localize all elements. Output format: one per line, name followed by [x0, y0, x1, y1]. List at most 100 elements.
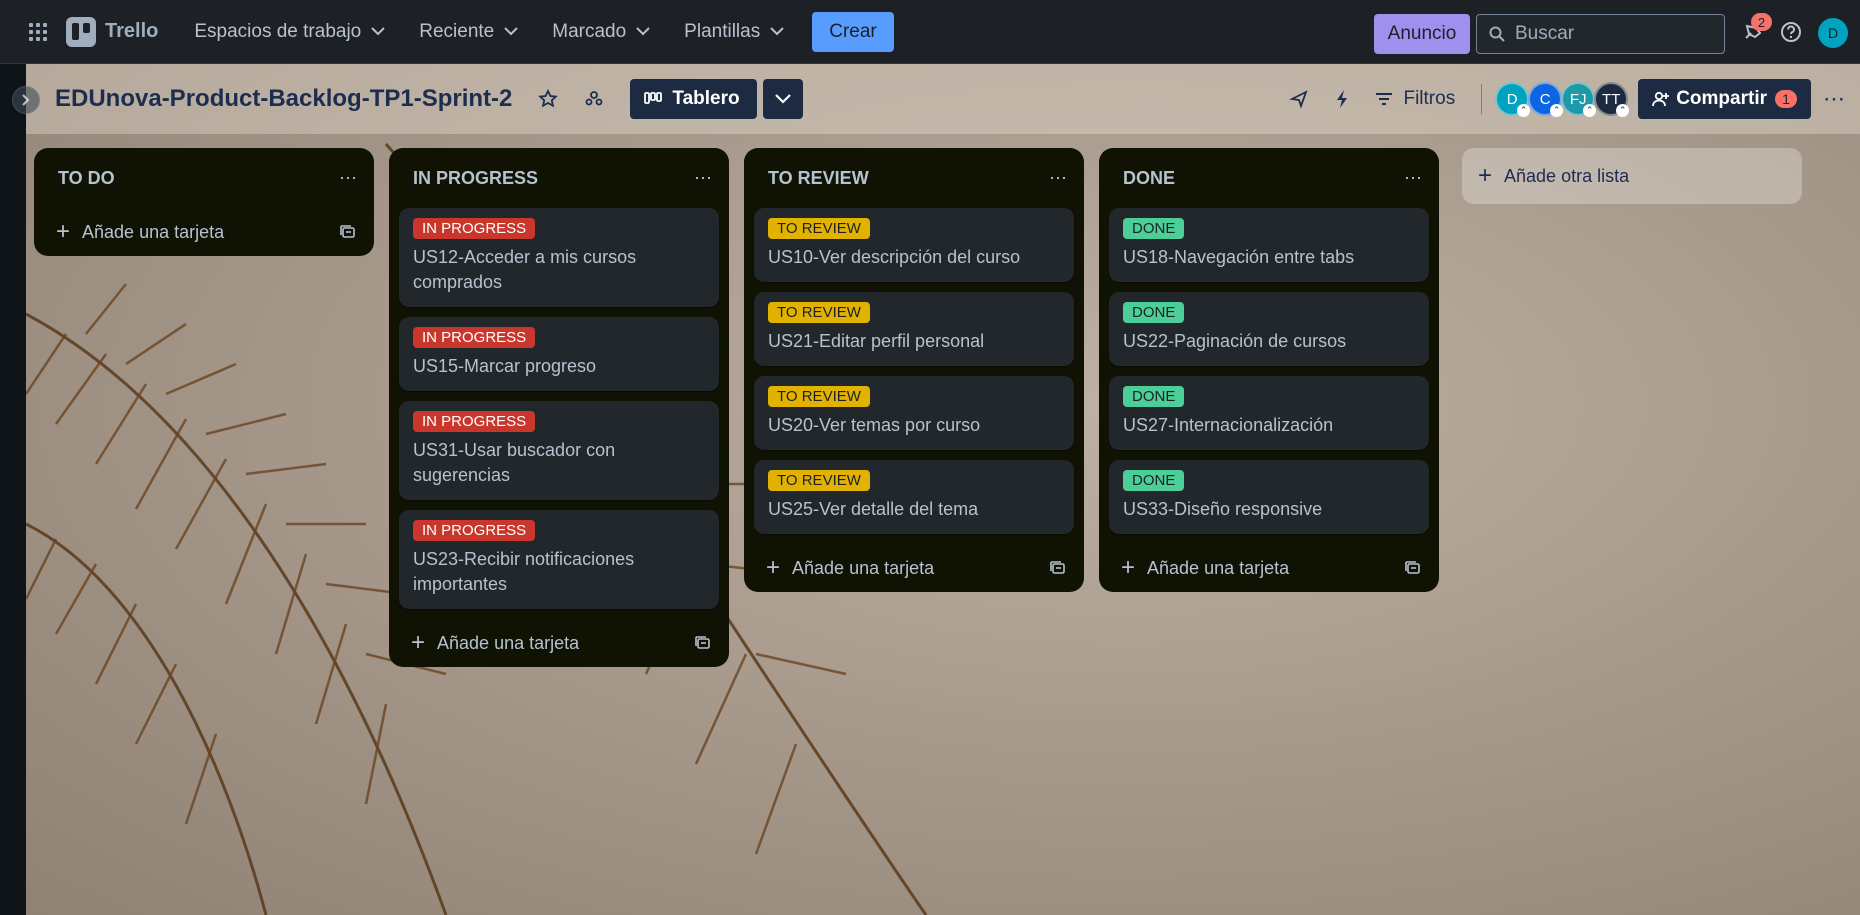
add-list-button[interactable]: + Añade otra lista [1462, 148, 1802, 204]
menu-recent[interactable]: Reciente [419, 21, 518, 43]
card[interactable]: TO REVIEW US10-Ver descripción del curso [754, 208, 1074, 282]
notifications-button[interactable]: 2 [1742, 13, 1772, 49]
add-card-button[interactable]: + Añade una tarjeta [754, 544, 1074, 592]
menu-templates[interactable]: Plantillas [684, 21, 784, 43]
card[interactable]: TO REVIEW US25-Ver detalle del tema [754, 460, 1074, 534]
card-label[interactable]: DONE [1123, 302, 1185, 323]
user-avatar[interactable]: D [1818, 18, 1848, 48]
menu-workspaces-label: Espacios de trabajo [194, 20, 362, 42]
trello-logo-icon [66, 16, 96, 47]
card-title: US12-Acceder a mis cursos comprados [413, 247, 637, 292]
help-icon [1781, 22, 1801, 42]
card[interactable]: TO REVIEW US20-Ver temas por curso [754, 376, 1074, 450]
list-title[interactable]: TO DO [58, 168, 115, 189]
list-title[interactable]: IN PROGRESS [413, 168, 538, 189]
automation-icon[interactable] [1335, 89, 1349, 109]
card-label[interactable]: IN PROGRESS [413, 520, 536, 541]
chevron-down-icon [371, 27, 385, 36]
board-view-icon [644, 92, 663, 106]
member-initials: C [1539, 90, 1551, 108]
chevron-down-icon [770, 27, 784, 36]
menu-starred[interactable]: Marcado [552, 21, 650, 43]
card-label[interactable]: DONE [1123, 218, 1185, 239]
card[interactable]: DONE US22-Paginación de cursos [1109, 292, 1429, 366]
board-header: EDUnova-Product-Backlog-TP1-Sprint-2 Tab… [26, 64, 1860, 134]
share-button[interactable]: Compartir 1 [1638, 79, 1811, 119]
admin-chevron-icon: ⌃ [1583, 104, 1597, 117]
list-actions-icon[interactable]: ⋯ [339, 168, 358, 189]
list-header: TO REVIEW ⋯ [754, 148, 1074, 208]
list-actions-icon[interactable]: ⋯ [1049, 168, 1068, 189]
card-title: US20-Ver temas por curso [768, 415, 981, 435]
member-avatar[interactable]: TT ⌃ [1594, 82, 1630, 117]
filter-icon [1375, 92, 1393, 106]
promo-button[interactable]: Anuncio [1374, 14, 1470, 54]
card[interactable]: IN PROGRESS US15-Marcar progreso [399, 317, 719, 391]
view-switcher-button[interactable] [762, 79, 803, 119]
card-title: US31-Usar buscador con sugerencias [413, 440, 616, 485]
card-label[interactable]: IN PROGRESS [413, 411, 536, 432]
header-divider [1481, 84, 1483, 114]
view-board-button[interactable]: Tablero [630, 79, 757, 119]
admin-chevron-icon: ⌃ [1550, 104, 1564, 117]
card[interactable]: IN PROGRESS US31-Usar buscador con suger… [399, 401, 719, 500]
workspace-visibility-icon[interactable] [584, 89, 604, 109]
star-icon[interactable] [538, 89, 559, 109]
create-from-template-icon[interactable] [340, 224, 356, 240]
card[interactable]: IN PROGRESS US12-Acceder a mis cursos co… [399, 208, 719, 307]
list-done: DONE ⋯ DONE US18-Navegación entre tabs D… [1099, 148, 1439, 592]
add-card-button[interactable]: + Añade una tarjeta [44, 208, 364, 256]
power-ups-icon[interactable] [1289, 89, 1309, 109]
add-card-label: Añade una tarjeta [437, 632, 580, 653]
search-icon [1489, 26, 1505, 42]
trello-logo[interactable]: Trello [66, 16, 159, 47]
left-sidebar-strip [0, 64, 26, 915]
card-title: US23-Recibir notificaciones importantes [413, 549, 635, 594]
member-avatar[interactable]: D ⌃ [1495, 82, 1531, 117]
search-placeholder: Buscar [1515, 23, 1575, 44]
card-label[interactable]: IN PROGRESS [413, 327, 536, 348]
filters-button[interactable]: Filtros [1375, 88, 1455, 110]
card-label[interactable]: IN PROGRESS [413, 218, 536, 239]
card-label[interactable]: TO REVIEW [768, 386, 870, 407]
list-actions-icon[interactable]: ⋯ [694, 168, 713, 189]
board-title[interactable]: EDUnova-Product-Backlog-TP1-Sprint-2 [55, 85, 512, 113]
board-header-actions: Filtros D ⌃ C ⌃ FJ ⌃ TT ⌃ Compartir 1 ⋯ [1289, 64, 1860, 134]
card-label[interactable]: TO REVIEW [768, 302, 870, 323]
list-header: DONE ⋯ [1109, 148, 1429, 208]
list-title[interactable]: DONE [1123, 168, 1175, 189]
search-input[interactable]: Buscar [1476, 14, 1725, 54]
card[interactable]: DONE US18-Navegación entre tabs [1109, 208, 1429, 282]
card[interactable]: IN PROGRESS US23-Recibir notificaciones … [399, 510, 719, 609]
menu-workspaces[interactable]: Espacios de trabajo [194, 21, 385, 43]
add-card-label: Añade una tarjeta [82, 221, 225, 242]
list-actions-icon[interactable]: ⋯ [1404, 168, 1423, 189]
card-label[interactable]: TO REVIEW [768, 218, 870, 239]
add-list-label: Añade otra lista [1504, 165, 1630, 186]
add-card-button[interactable]: + Añade una tarjeta [1109, 544, 1429, 592]
card[interactable]: TO REVIEW US21-Editar perfil personal [754, 292, 1074, 366]
member-avatar[interactable]: FJ ⌃ [1561, 82, 1597, 117]
plus-icon: + [56, 218, 71, 245]
create-from-template-icon[interactable] [1050, 560, 1066, 576]
help-button[interactable] [1780, 21, 1802, 48]
board-menu-icon[interactable]: ⋯ [1823, 86, 1846, 112]
member-avatar[interactable]: C ⌃ [1528, 82, 1564, 117]
create-from-template-icon[interactable] [1405, 560, 1421, 576]
app-name: Trello [105, 20, 159, 42]
card-label[interactable]: DONE [1123, 386, 1185, 407]
card[interactable]: DONE US27-Internacionalización [1109, 376, 1429, 450]
share-label: Compartir [1676, 88, 1767, 109]
card-label[interactable]: TO REVIEW [768, 470, 870, 491]
create-button[interactable]: Crear [812, 11, 894, 52]
card-label[interactable]: DONE [1123, 470, 1185, 491]
add-card-button[interactable]: + Añade una tarjeta [399, 619, 719, 667]
view-board-label: Tablero [672, 88, 740, 109]
card-title: US22-Paginación de cursos [1123, 331, 1347, 351]
chevron-down-icon [636, 27, 650, 36]
list-in-progress: IN PROGRESS ⋯ IN PROGRESS US12-Acceder a… [389, 148, 729, 667]
create-from-template-icon[interactable] [695, 635, 711, 651]
card[interactable]: DONE US33-Diseño responsive [1109, 460, 1429, 534]
list-title[interactable]: TO REVIEW [768, 168, 869, 189]
app-switcher-icon[interactable] [20, 14, 56, 50]
